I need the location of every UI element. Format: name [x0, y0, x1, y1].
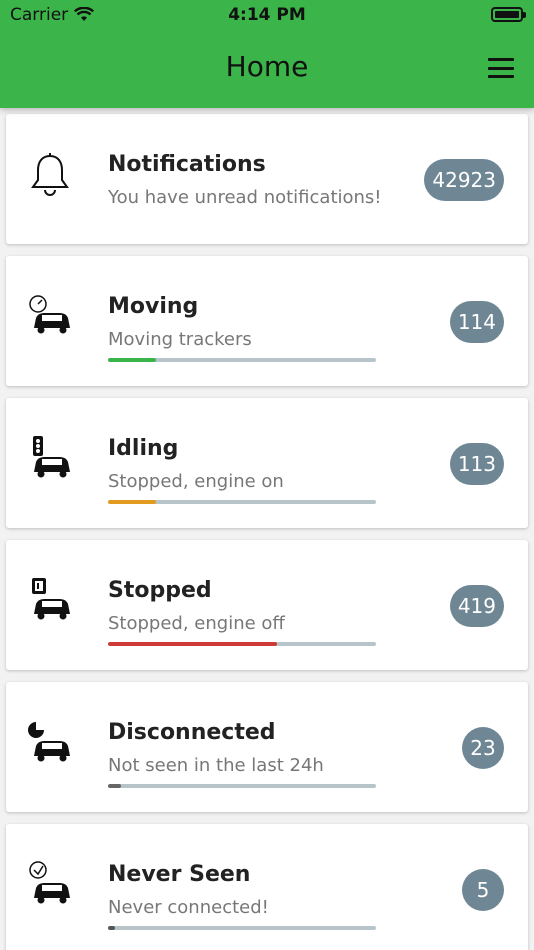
progress-bar — [108, 926, 376, 930]
page-title: Home — [225, 50, 309, 83]
count-badge: 419 — [449, 585, 504, 627]
moving-card[interactable]: Moving Moving trackers 114 — [6, 256, 528, 386]
count-badge: 114 — [449, 301, 504, 343]
never-seen-car-icon — [26, 860, 74, 908]
parking-car-icon — [26, 576, 74, 624]
card-title: Notifications — [108, 152, 266, 177]
card-subtitle: Moving trackers — [108, 329, 252, 350]
card-subtitle: Not seen in the last 24h — [108, 755, 324, 776]
count-badge: 5 — [462, 869, 504, 911]
never-seen-card[interactable]: Never Seen Never connected! 5 — [6, 824, 528, 950]
progress-fill — [108, 784, 122, 788]
stopped-card[interactable]: Stopped Stopped, engine off 419 — [6, 540, 528, 670]
card-subtitle: Never connected! — [108, 897, 269, 918]
disconnected-car-icon — [26, 718, 74, 766]
count-badge: 42923 — [424, 159, 504, 201]
idling-card[interactable]: Idling Stopped, engine on 113 — [6, 398, 528, 528]
progress-fill — [108, 926, 115, 930]
count-badge: 23 — [462, 727, 504, 769]
bell-icon — [26, 150, 74, 198]
moving-car-icon — [26, 292, 74, 340]
progress-bar — [108, 784, 376, 788]
battery-icon — [491, 7, 526, 22]
traffic-light-car-icon — [26, 434, 74, 482]
card-subtitle: Stopped, engine off — [108, 613, 285, 634]
card-subtitle: Stopped, engine on — [108, 471, 284, 492]
notifications-card[interactable]: Notifications You have unread notificati… — [6, 114, 528, 244]
count-badge: 113 — [449, 443, 504, 485]
progress-bar — [108, 642, 376, 646]
app-header: Carrier 4:14 PM Home — [0, 0, 534, 108]
progress-bar — [108, 358, 376, 362]
status-time: 4:14 PM — [228, 5, 306, 25]
card-subtitle: You have unread notifications! — [108, 187, 382, 208]
card-title: Never Seen — [108, 862, 251, 887]
card-title: Moving — [108, 294, 199, 319]
disconnected-card[interactable]: Disconnected Not seen in the last 24h 23 — [6, 682, 528, 812]
hamburger-menu-icon[interactable] — [488, 58, 514, 78]
progress-bar — [108, 500, 376, 504]
progress-fill — [108, 642, 277, 646]
card-title: Stopped — [108, 578, 212, 603]
progress-fill — [108, 500, 157, 504]
summary-list: Notifications You have unread notificati… — [6, 114, 528, 950]
status-bar: Carrier 4:14 PM — [0, 0, 534, 30]
progress-fill — [108, 358, 157, 362]
card-title: Disconnected — [108, 720, 276, 745]
card-title: Idling — [108, 436, 179, 461]
